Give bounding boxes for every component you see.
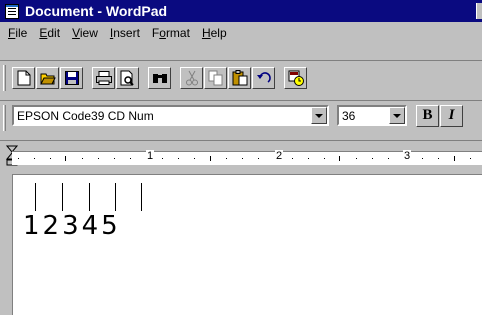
window-title: Document - WordPad [25, 3, 168, 19]
scissors-icon [185, 70, 198, 85]
paste-button[interactable] [228, 66, 251, 89]
document-area[interactable]: 12345 [12, 174, 482, 315]
find-button[interactable] [148, 66, 171, 89]
font-name-dropdown-arrow-icon[interactable] [311, 107, 327, 124]
barcode-bars [27, 183, 147, 211]
menu-insert[interactable]: Insert [104, 26, 146, 40]
menu-file[interactable]: File [2, 26, 33, 40]
ruler-label-3: 3 [403, 150, 412, 162]
format-toolbar: EPSON Code39 CD Num 36 B I [0, 100, 482, 131]
clipboard-icon [232, 69, 247, 85]
toolbar-grip[interactable] [3, 65, 6, 91]
insert-datetime-button[interactable] [284, 66, 307, 89]
font-size-dropdown-arrow-icon[interactable] [389, 107, 405, 124]
font-name-value: EPSON Code39 CD Num [17, 108, 154, 123]
ruler-strip[interactable] [12, 151, 482, 165]
save-button[interactable] [60, 66, 83, 89]
new-button[interactable] [12, 66, 35, 89]
print-button[interactable] [92, 66, 115, 89]
standard-toolbar [0, 60, 482, 94]
copy-button[interactable] [204, 66, 227, 89]
bold-button[interactable]: B [416, 104, 439, 127]
open-folder-icon [39, 73, 56, 84]
copy-icon [208, 70, 222, 85]
binoculars-icon [152, 73, 167, 83]
menu-bar: File Edit View Insert Format Help [0, 22, 482, 44]
font-size-combo[interactable]: 36 [337, 105, 407, 126]
ruler: 1 2 3 [0, 140, 482, 172]
menu-help[interactable]: Help [196, 26, 233, 40]
open-button[interactable] [36, 66, 59, 89]
new-document-icon [17, 70, 30, 85]
date-time-icon [288, 70, 304, 86]
window-controls[interactable] [476, 3, 482, 19]
print-preview-button[interactable] [116, 66, 139, 89]
menu-format[interactable]: Format [146, 26, 196, 40]
barcode-text: 12345 [23, 211, 121, 241]
formatbar-grip[interactable] [3, 105, 6, 131]
printer-icon [95, 70, 112, 85]
cut-button[interactable] [180, 66, 203, 89]
undo-arrow-icon [256, 71, 271, 83]
ruler-label-1: 1 [146, 150, 155, 162]
ruler-ticks [18, 156, 471, 161]
font-name-combo[interactable]: EPSON Code39 CD Num [12, 105, 329, 126]
title-bar[interactable]: Document - WordPad [0, 0, 482, 22]
menu-edit[interactable]: Edit [33, 26, 66, 40]
font-size-value: 36 [342, 108, 356, 123]
wordpad-app-icon[interactable] [5, 3, 19, 19]
menu-view[interactable]: View [66, 26, 104, 40]
print-preview-icon [120, 70, 134, 86]
ruler-label-2: 2 [275, 150, 284, 162]
save-disk-icon [64, 70, 79, 85]
italic-button[interactable]: I [440, 104, 463, 127]
undo-button[interactable] [252, 66, 275, 89]
